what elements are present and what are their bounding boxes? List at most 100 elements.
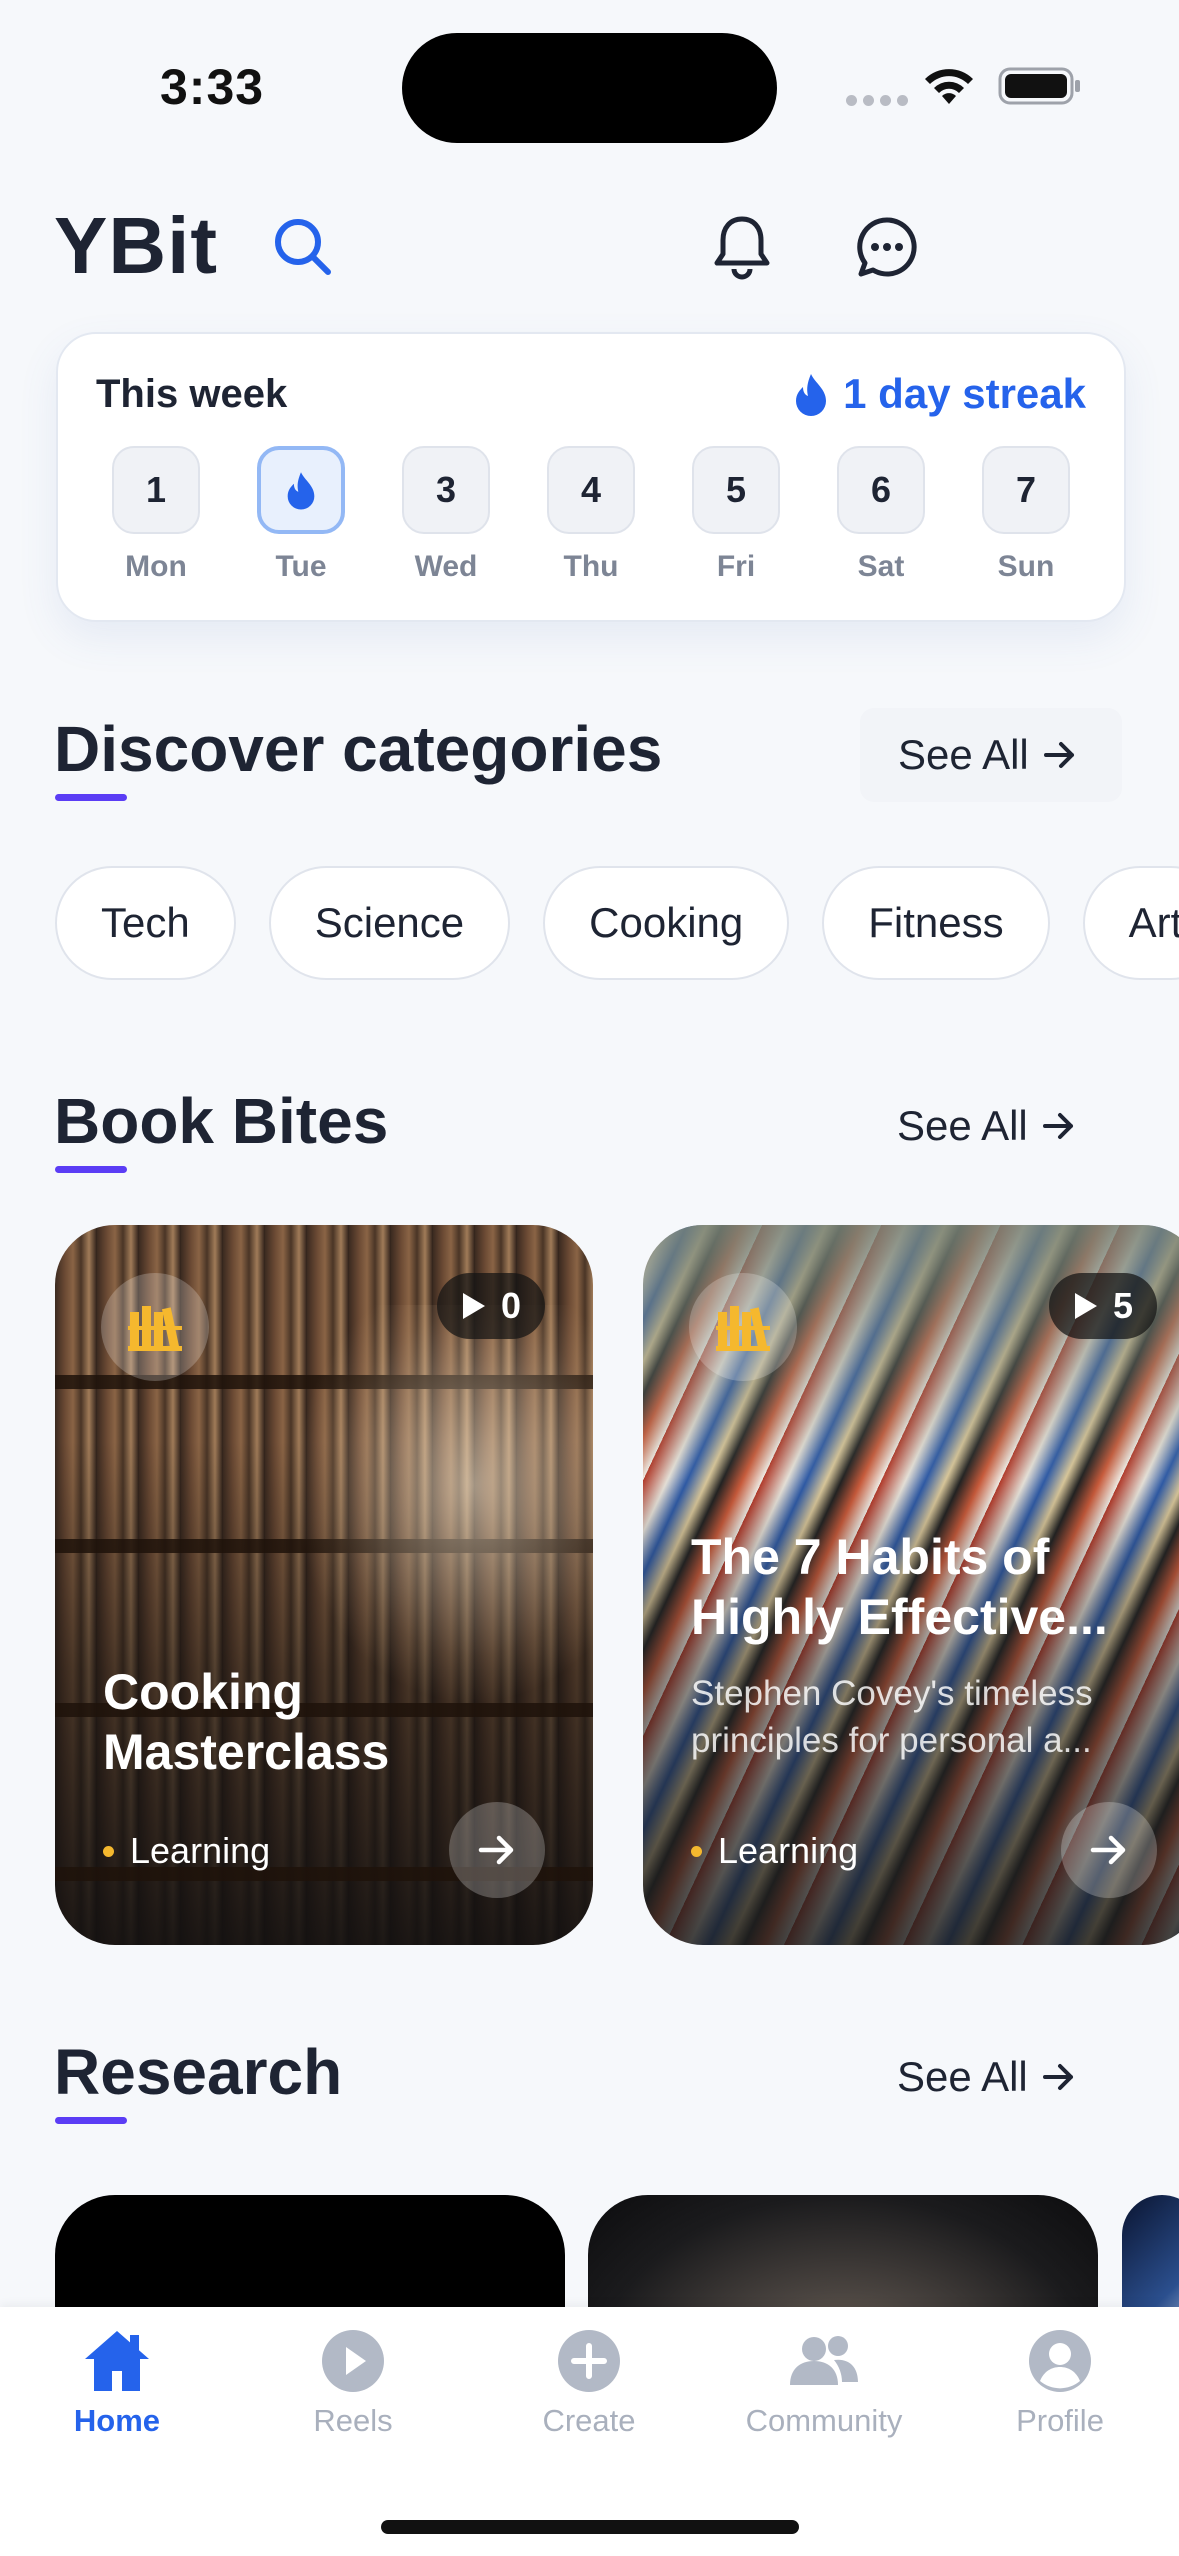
day-label: Thu	[563, 550, 619, 583]
chip-art[interactable]: Art	[1082, 866, 1179, 980]
library-icon	[101, 1273, 209, 1381]
day-wed[interactable]: 3 Wed	[400, 446, 492, 584]
category-chips: Tech Science Cooking Fitness Art	[55, 866, 1179, 980]
open-card-button[interactable]	[1061, 1802, 1157, 1898]
card-description-line: principles for personal a...	[691, 1721, 1092, 1760]
tab-home[interactable]: Home	[17, 2327, 217, 2439]
day-tue[interactable]: Tue	[255, 446, 347, 584]
flame-icon	[796, 374, 827, 416]
play-count: 5	[1112, 1285, 1133, 1326]
card-title-line: Masterclass	[103, 1724, 390, 1780]
book-card-cooking-masterclass[interactable]: 0 Cooking Masterclass Learning	[55, 1225, 593, 1945]
arrow-right-icon	[1042, 1113, 1073, 1139]
day-number: 3	[402, 446, 490, 534]
day-fri[interactable]: 5 Fri	[690, 446, 782, 584]
day-label: Tue	[275, 550, 327, 583]
arrow-right-icon	[1090, 1835, 1126, 1865]
day-number-active	[257, 446, 345, 534]
day-sun[interactable]: 7 Sun	[980, 446, 1072, 584]
streak-indicator: 1 day streak	[793, 370, 1086, 418]
chip-tech[interactable]: Tech	[55, 866, 236, 980]
arrow-right-icon	[478, 1835, 514, 1865]
day-label: Sat	[857, 550, 905, 583]
flame-icon	[287, 472, 315, 510]
weekly-streak-card: This week 1 day streak 1 Mon Tue 3 Wed 4 Th…	[56, 332, 1126, 622]
tag-label: Learning	[130, 1830, 271, 1871]
community-icon	[790, 2336, 858, 2385]
play-icon	[462, 1293, 485, 1319]
search-icon[interactable]	[268, 212, 338, 282]
card-description-line: Stephen Covey's timeless	[691, 1674, 1093, 1713]
day-label: Fri	[716, 550, 756, 583]
section-underline	[55, 2117, 127, 2124]
home-indicator	[381, 2520, 799, 2534]
arrow-right-icon	[1043, 742, 1074, 768]
day-label: Sun	[997, 550, 1055, 583]
tab-label: Create	[542, 2403, 636, 2438]
card-image-lights	[293, 1305, 593, 1705]
tab-label: Reels	[313, 2403, 393, 2438]
notification-bell-icon[interactable]	[705, 208, 779, 288]
see-all-label: See All	[898, 731, 1029, 778]
day-sat[interactable]: 6 Sat	[835, 446, 927, 584]
day-thu[interactable]: 4 Thu	[545, 446, 637, 584]
play-icon	[1074, 1293, 1097, 1319]
chip-cooking[interactable]: Cooking	[543, 866, 790, 980]
day-number: 5	[692, 446, 780, 534]
day-number: 1	[112, 446, 200, 534]
arrow-right-icon	[1042, 2064, 1073, 2090]
status-time: 3:33	[160, 59, 265, 115]
book-card-7-habits[interactable]: 5 The 7 Habits of Highly Effective... St…	[643, 1225, 1179, 1945]
play-count-badge: 5	[1048, 1273, 1157, 1339]
play-count: 0	[500, 1285, 521, 1326]
cellular-signal-icon	[846, 95, 908, 106]
tab-label: Community	[745, 2403, 903, 2438]
profile-icon	[1029, 2330, 1091, 2392]
research-see-all-button[interactable]: See All	[897, 2053, 1076, 2101]
tab-create[interactable]: Create	[489, 2327, 689, 2439]
book-bites-title: Book Bites	[54, 1085, 389, 1157]
day-label: Mon	[125, 550, 187, 583]
section-underline	[55, 1166, 127, 1173]
tab-reels[interactable]: Reels	[253, 2327, 453, 2439]
play-icon	[322, 2330, 384, 2392]
day-label: Wed	[414, 550, 478, 583]
wifi-icon	[922, 66, 976, 111]
streak-label: 1 day streak	[843, 370, 1086, 417]
week-days: 1 Mon Tue 3 Wed 4 Thu 5 Fri 6 Sat 7 Sun	[110, 446, 1072, 584]
library-icon	[689, 1273, 797, 1381]
book-bites-see-all-button[interactable]: See All	[897, 1102, 1076, 1150]
chip-fitness[interactable]: Fitness	[822, 866, 1050, 980]
play-count-badge: 0	[436, 1273, 545, 1339]
bottom-tab-bar: Home Reels Create Community Profile	[0, 2307, 1179, 2556]
day-mon[interactable]: 1 Mon	[110, 446, 202, 584]
card-title-line: Highly Effective...	[691, 1589, 1108, 1645]
discover-title: Discover categories	[54, 713, 663, 785]
card-title-line: The 7 Habits of	[691, 1529, 1050, 1585]
dynamic-island	[402, 33, 777, 143]
day-number: 4	[547, 446, 635, 534]
tab-profile[interactable]: Profile	[960, 2327, 1160, 2439]
home-icon	[85, 2331, 149, 2391]
card-title-line: Cooking	[103, 1664, 303, 1720]
app-logo: YBit	[54, 201, 218, 290]
open-card-button[interactable]	[449, 1802, 545, 1898]
chat-icon[interactable]	[850, 210, 924, 284]
tab-label: Profile	[1016, 2403, 1104, 2438]
plus-icon	[558, 2330, 620, 2392]
see-all-label: See All	[897, 1102, 1028, 1149]
card-tag: Learning	[691, 1830, 858, 1872]
tab-community[interactable]: Community	[724, 2327, 924, 2439]
tag-dot	[103, 1845, 114, 1857]
tag-label: Learning	[718, 1830, 859, 1871]
see-all-label: See All	[897, 2053, 1028, 2100]
discover-see-all-button[interactable]: See All	[860, 708, 1122, 802]
research-title: Research	[54, 2036, 343, 2108]
section-underline	[55, 794, 127, 801]
tag-dot	[691, 1845, 702, 1857]
day-number: 7	[982, 446, 1070, 534]
week-title: This week	[96, 372, 288, 416]
card-tag: Learning	[103, 1830, 270, 1872]
chip-science[interactable]: Science	[268, 866, 511, 980]
tab-label: Home	[73, 2403, 161, 2438]
